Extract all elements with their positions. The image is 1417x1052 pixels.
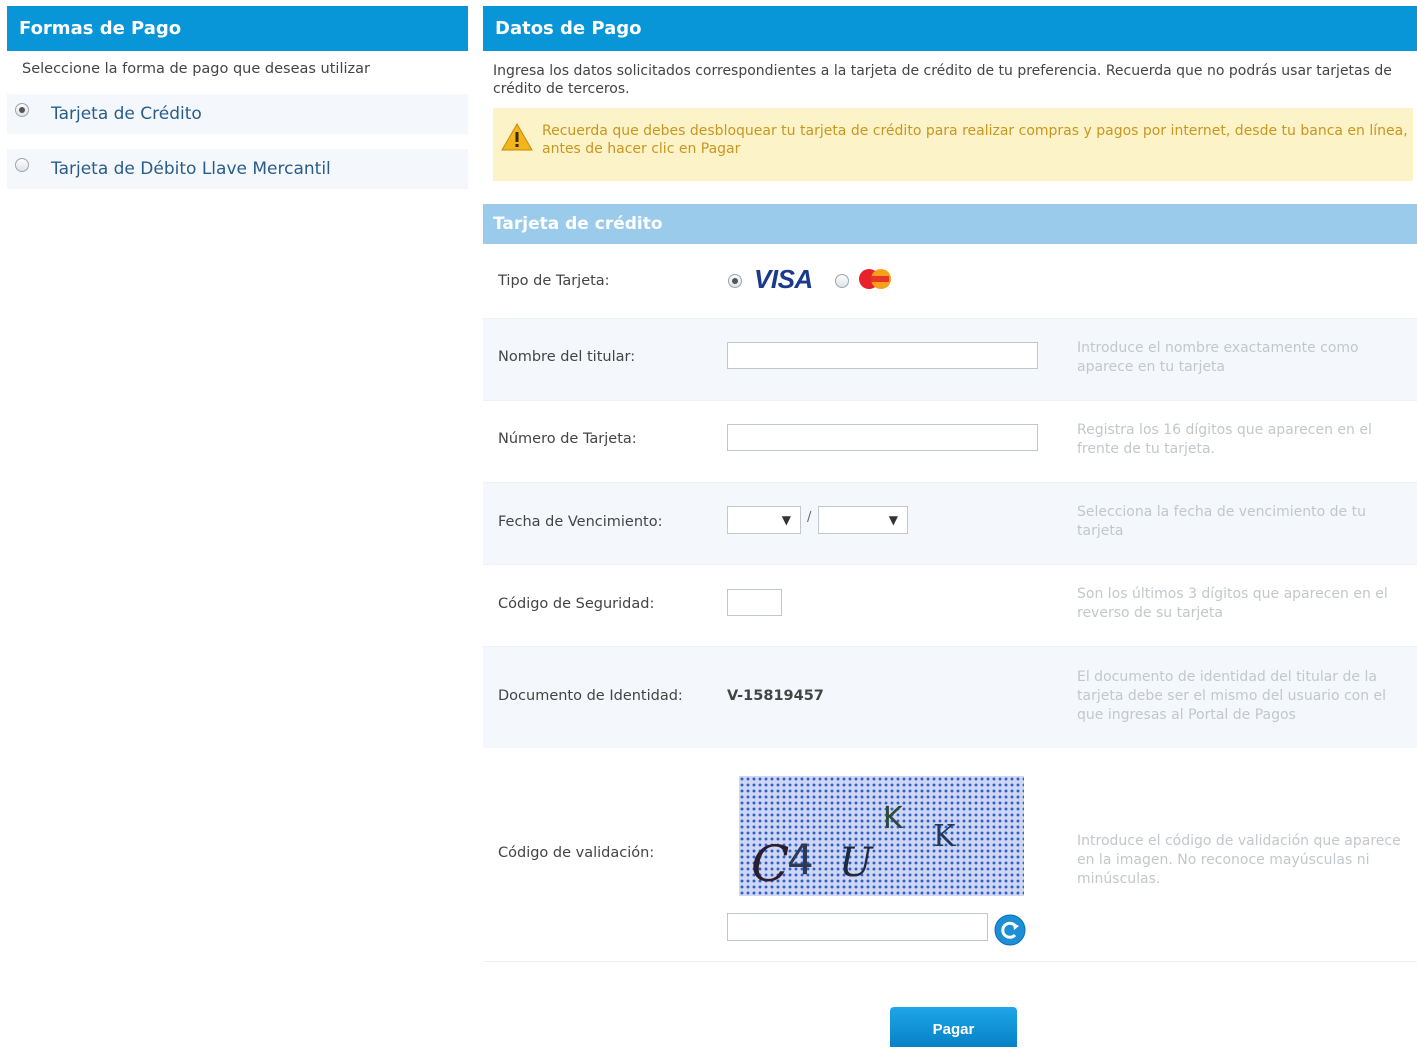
- chevron-down-icon: ▼: [888, 513, 898, 527]
- chevron-down-icon: ▼: [781, 513, 791, 527]
- holder-label: Nombre del titular:: [498, 349, 636, 365]
- captcha-image: C 4 U K K: [739, 776, 1024, 896]
- visa-radio[interactable]: [728, 274, 742, 288]
- method-option-credit[interactable]: Tarjeta de Crédito: [7, 94, 468, 134]
- captcha-label: Código de validación:: [498, 845, 655, 861]
- expiry-separator: /: [807, 510, 812, 525]
- warning-text: Recuerda que debes desbloquear tu tarjet…: [542, 123, 1408, 157]
- payment-data-intro: Ingresa los datos solicitados correspond…: [493, 63, 1392, 97]
- holder-row: Nombre del titular: Introduce el nombre …: [483, 319, 1417, 401]
- payment-data-panel: Datos de Pago Ingresa los datos solicita…: [483, 6, 1417, 962]
- expiry-label: Fecha de Vencimiento:: [498, 514, 663, 530]
- expiry-year-select[interactable]: ▼: [818, 506, 908, 534]
- payment-methods-title: Formas de Pago: [7, 6, 468, 51]
- method-label-credit[interactable]: Tarjeta de Crédito: [51, 104, 202, 124]
- card-number-row: Número de Tarjeta: Registra los 16 dígit…: [483, 401, 1417, 483]
- id-doc-value: V-15819457: [727, 688, 824, 704]
- svg-text:C: C: [751, 835, 789, 893]
- method-label-debit[interactable]: Tarjeta de Débito Llave Mercantil: [51, 159, 331, 179]
- expiry-row: Fecha de Vencimiento: ▼ / ▼ Selecciona l…: [483, 483, 1417, 565]
- captcha-glyphs: C 4 U K K: [751, 801, 956, 893]
- cvv-label: Código de Seguridad:: [498, 596, 655, 612]
- holder-input[interactable]: [727, 342, 1038, 369]
- credit-radio[interactable]: [15, 103, 29, 117]
- pay-button[interactable]: Pagar: [890, 1007, 1017, 1047]
- card-type-row: Tipo de Tarjeta: VISA: [483, 244, 1417, 319]
- expiry-month-select[interactable]: ▼: [727, 506, 801, 534]
- payment-methods-instruction: Seleccione la forma de pago que deseas u…: [22, 61, 370, 77]
- svg-text:U: U: [839, 840, 874, 886]
- debit-radio[interactable]: [15, 158, 29, 172]
- id-doc-row: Documento de Identidad: V-15819457 El do…: [483, 647, 1417, 748]
- captcha-input[interactable]: [727, 913, 988, 941]
- mastercard-icon[interactable]: [858, 267, 892, 291]
- unlock-warning: Recuerda que debes desbloquear tu tarjet…: [493, 108, 1413, 181]
- card-number-hint: Registra los 16 dígitos que aparecen en …: [1077, 422, 1372, 457]
- cvv-input[interactable]: [727, 589, 782, 616]
- method-option-debit[interactable]: Tarjeta de Débito Llave Mercantil: [7, 149, 468, 189]
- expiry-hint: Selecciona la fecha de vencimiento de tu…: [1077, 504, 1366, 539]
- visa-logo[interactable]: VISA: [754, 264, 813, 295]
- svg-text:K: K: [933, 819, 956, 854]
- refresh-icon[interactable]: [994, 914, 1026, 946]
- id-doc-hint: El documento de identidad del titular de…: [1077, 669, 1387, 723]
- svg-text:K: K: [883, 801, 904, 836]
- cvv-hint: Son los últimos 3 dígitos que aparecen e…: [1077, 586, 1388, 621]
- captcha-row: Código de validación: C 4 U K K Introduc…: [483, 748, 1417, 962]
- id-doc-label: Documento de Identidad:: [498, 688, 683, 704]
- section-title-credit-card: Tarjeta de crédito: [483, 204, 1417, 244]
- svg-text:4: 4: [787, 835, 814, 884]
- card-type-label: Tipo de Tarjeta:: [498, 273, 610, 289]
- holder-hint: Introduce el nombre exactamente como apa…: [1077, 340, 1359, 375]
- mastercard-radio[interactable]: [835, 274, 849, 288]
- payment-data-title: Datos de Pago: [483, 6, 1417, 51]
- cvv-row: Código de Seguridad: Son los últimos 3 d…: [483, 565, 1417, 647]
- payment-methods-panel: Formas de Pago Seleccione la forma de pa…: [7, 6, 468, 189]
- captcha-hint: Introduce el código de validación que ap…: [1077, 833, 1401, 887]
- card-number-input[interactable]: [727, 424, 1038, 451]
- card-number-label: Número de Tarjeta:: [498, 431, 637, 447]
- warning-icon: [501, 122, 533, 151]
